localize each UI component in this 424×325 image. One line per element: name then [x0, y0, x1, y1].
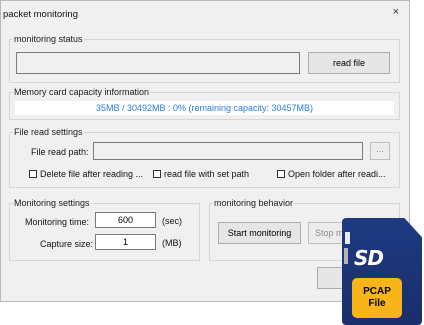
sd-card-notch [344, 248, 348, 264]
open-folder-after-reading-label[interactable]: Open folder after readi... [288, 169, 386, 179]
capacity-display: 35MB / 30492MB : 0% (remaining capacity:… [15, 101, 394, 115]
sd-card-lock-icon [345, 232, 350, 244]
start-monitoring-button[interactable]: Start monitoring [218, 222, 301, 244]
open-folder-after-reading-checkbox[interactable] [277, 170, 285, 178]
read-with-set-path-checkbox[interactable] [153, 170, 161, 178]
pcap-label-line1: PCAP [363, 286, 391, 297]
read-file-button[interactable]: read file [308, 52, 390, 74]
capture-size-input[interactable]: 1 [95, 234, 156, 250]
read-with-set-path-label[interactable]: read file with set path [164, 169, 249, 179]
capture-size-label: Capture size: [40, 239, 94, 249]
delete-after-reading-checkbox[interactable] [29, 170, 37, 178]
monitoring-status-group: monitoring status read file [9, 34, 400, 83]
file-read-path-label: File read path: [31, 147, 89, 157]
title-bar[interactable]: packet monitoring × [1, 1, 409, 27]
file-read-settings-title: File read settings [13, 127, 84, 138]
file-read-settings-group: File read settings File read path: ... D… [9, 127, 400, 188]
monitoring-status-field [16, 52, 300, 74]
monitoring-behavior-title: monitoring behavior [213, 198, 295, 209]
delete-after-reading-label[interactable]: Delete file after reading ... [40, 169, 143, 179]
sd-card-body: SD PCAP File [342, 218, 422, 325]
window-title: packet monitoring [3, 9, 78, 20]
read-file-button-label: read file [332, 58, 366, 68]
capture-size-unit: (MB) [162, 238, 182, 248]
monitoring-time-label: Monitoring time: [25, 217, 90, 227]
memory-card-group: Memory card capacity information 35MB / … [9, 87, 400, 120]
file-read-path-input[interactable] [93, 142, 363, 160]
monitoring-settings-group: Monitoring settings Monitoring time: 600… [9, 198, 200, 261]
browse-button-label: ... [376, 144, 384, 154]
monitoring-status-title: monitoring status [13, 34, 84, 45]
browse-button[interactable]: ... [370, 142, 390, 160]
start-monitoring-label: Start monitoring [227, 228, 292, 238]
memory-card-title: Memory card capacity information [13, 87, 151, 98]
pcap-label-line2: File [368, 298, 386, 309]
monitoring-settings-title: Monitoring settings [13, 198, 91, 209]
monitoring-time-input[interactable]: 600 [95, 212, 156, 228]
sd-logo: SD [354, 246, 384, 270]
monitoring-time-unit: (sec) [162, 216, 182, 226]
pcap-file-label: PCAP File [352, 278, 402, 318]
close-icon[interactable]: × [393, 6, 399, 18]
sd-card-graphic: SD PCAP File [340, 218, 424, 325]
